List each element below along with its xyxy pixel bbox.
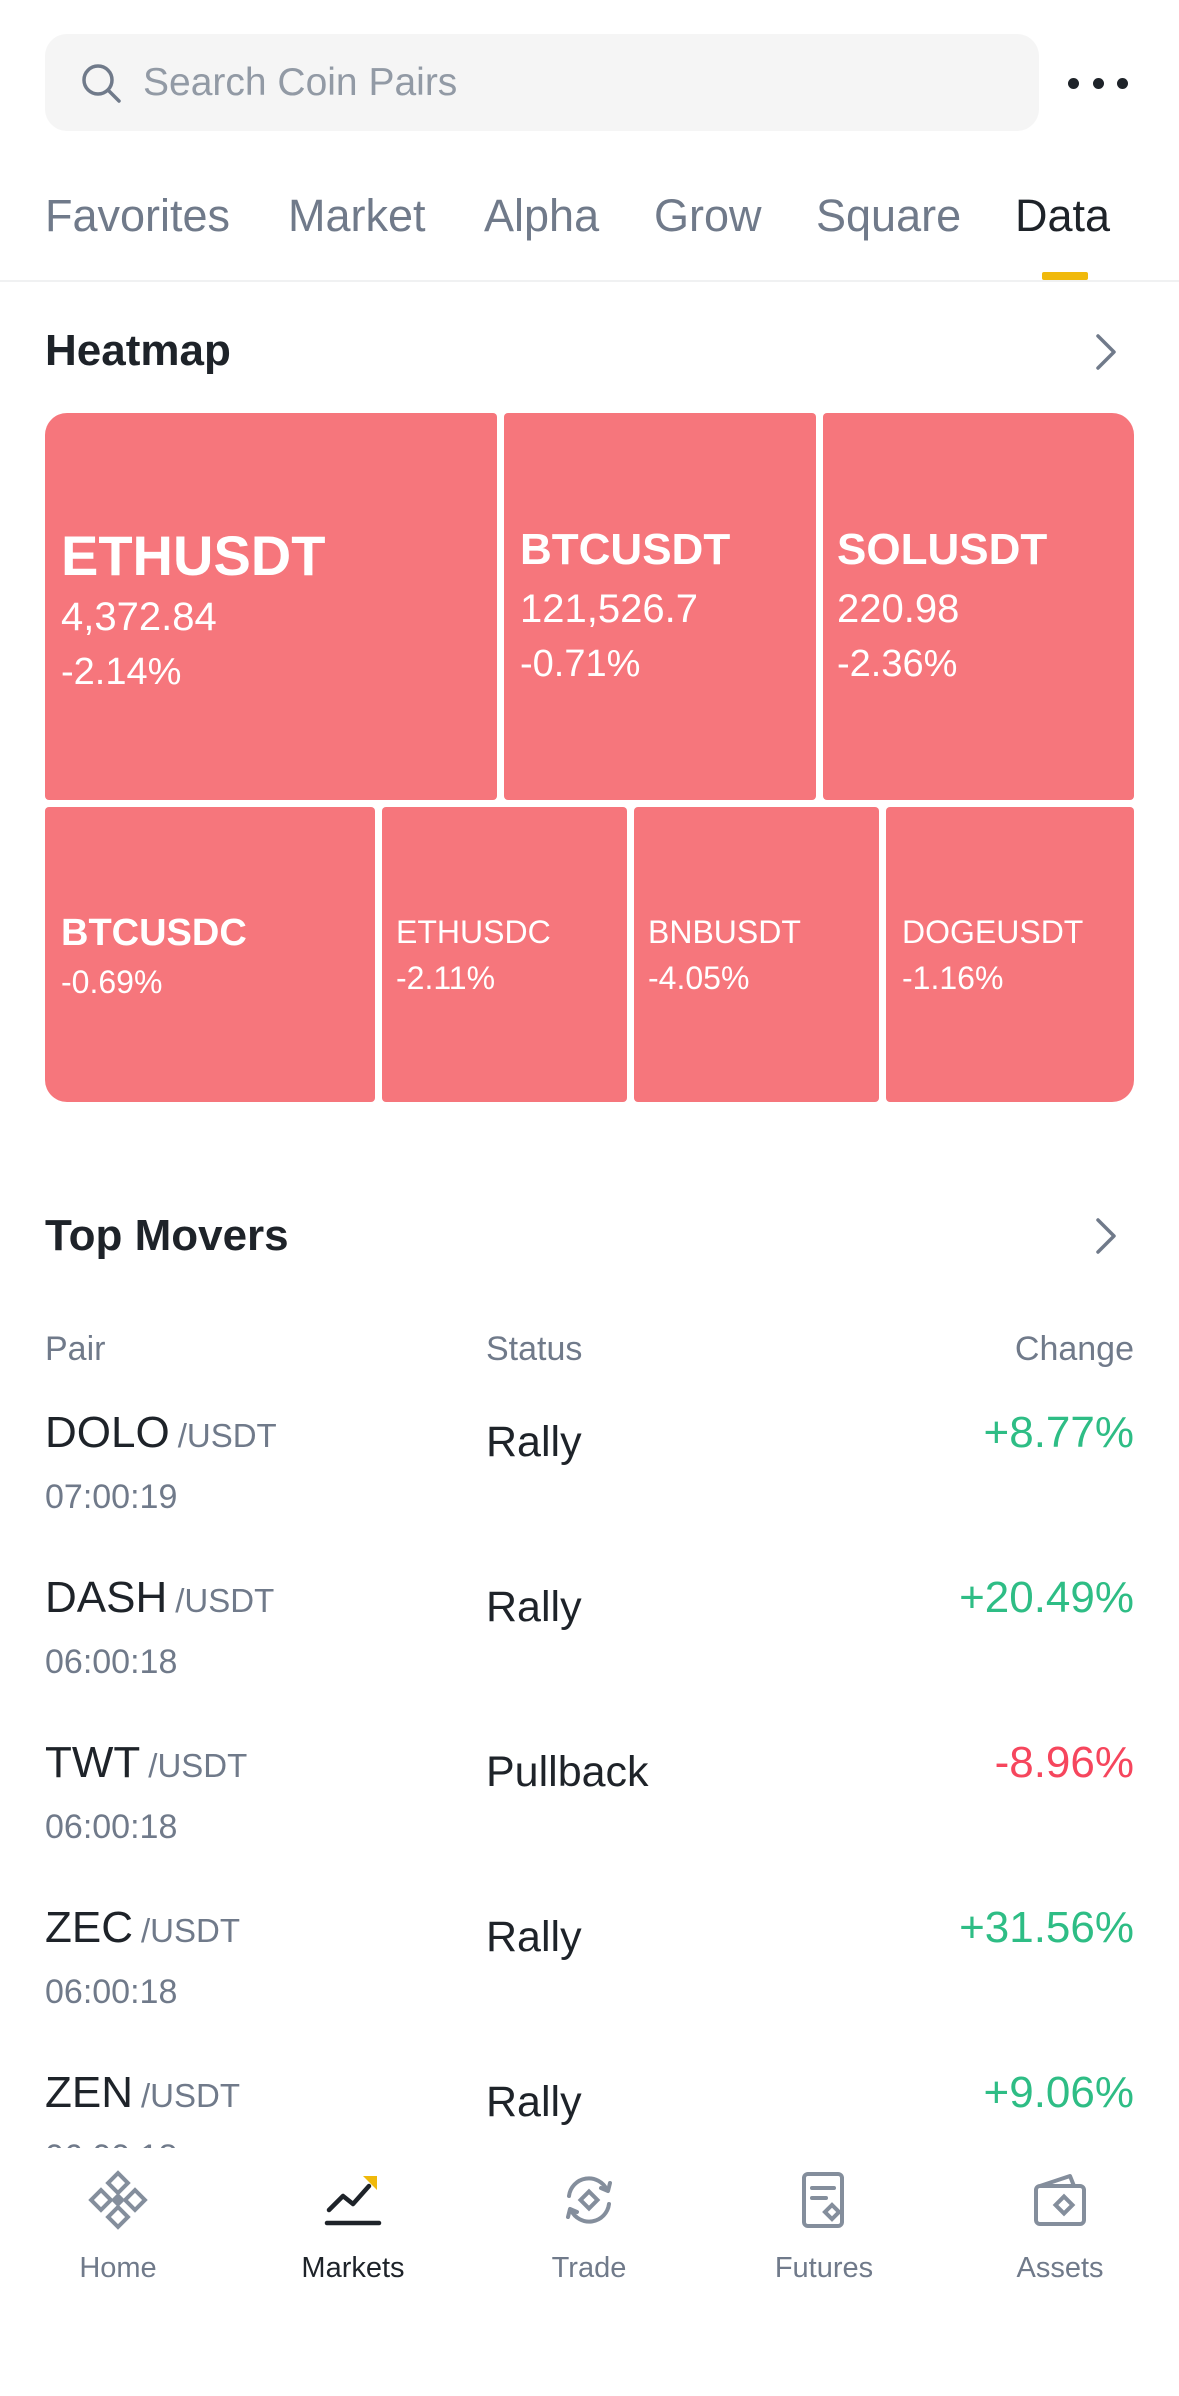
nav-label-trade: Trade [551, 2252, 627, 2284]
nav-assets[interactable]: Assets [960, 2170, 1160, 2300]
mover-quote: /USDT [175, 1582, 275, 1619]
heatmap-tile-solusdt[interactable]: SOLUSDT 220.98 -2.36% [823, 413, 1134, 800]
bottom-nav: Home Markets Trade Futures Assets [0, 2148, 1179, 2396]
mover-row-zen[interactable]: ZEN/USDT 06:00:18 Rally +9.06% [0, 2068, 1179, 2148]
mover-base: DOLO [45, 1408, 170, 1457]
nav-label-futures: Futures [774, 2252, 874, 2284]
mover-row-dolo[interactable]: DOLO/USDT 07:00:19 Rally +8.77% [0, 1408, 1179, 1573]
markets-icon [324, 2176, 382, 2226]
tile-symbol: DOGEUSDT [902, 914, 1084, 950]
mover-change: +8.77% [983, 1408, 1134, 1457]
heatmap-tile-ethusdt[interactable]: ETHUSDT 4,372.84 -2.14% [45, 413, 497, 800]
mover-base: TWT [45, 1738, 141, 1787]
mover-base: DASH [45, 1573, 168, 1622]
nav-trade[interactable]: Trade [489, 2170, 689, 2300]
mover-row-twt[interactable]: TWT/USDT 06:00:18 Pullback -8.96% [0, 1738, 1179, 1903]
tile-symbol: BNBUSDT [648, 914, 801, 950]
mover-pair: ZEN/USDT [45, 2068, 240, 2118]
tile-symbol: ETHUSDC [396, 914, 551, 950]
tab-alpha[interactable]: Alpha [484, 190, 599, 242]
tile-price: 220.98 [837, 587, 960, 631]
tile-change: -1.16% [902, 960, 1004, 996]
mover-status: Rally [486, 1583, 582, 1631]
search-bar[interactable] [45, 34, 1039, 131]
mover-status: Pullback [486, 1748, 649, 1796]
tile-symbol: ETHUSDT [61, 524, 326, 587]
heatmap-tile-dogeusdt[interactable]: DOGEUSDT -1.16% [886, 807, 1134, 1102]
heatmap-tile-ethusdc[interactable]: ETHUSDC -2.11% [382, 807, 627, 1102]
trade-icon [566, 2176, 612, 2224]
heatmap-tile-btcusdc[interactable]: BTCUSDC -0.69% [45, 807, 375, 1102]
nav-label-markets: Markets [301, 2252, 405, 2284]
tile-symbol: BTCUSDT [520, 525, 731, 574]
search-input[interactable] [143, 34, 1023, 131]
mover-quote: /USDT [141, 1912, 240, 1949]
mover-change: -8.96% [994, 1738, 1134, 1787]
futures-icon [802, 2172, 844, 2228]
mover-quote: /USDT [148, 1747, 248, 1784]
nav-label-home: Home [79, 2252, 157, 2284]
tile-change: -2.14% [61, 651, 182, 693]
mover-pair: ZEC/USDT [45, 1903, 240, 1953]
mover-quote: /USDT [177, 1417, 277, 1454]
tab-grow[interactable]: Grow [654, 190, 762, 242]
heatmap-tile-btcusdt[interactable]: BTCUSDT 121,526.7 -0.71% [504, 413, 816, 800]
mover-row-zec[interactable]: ZEC/USDT 06:00:18 Rally +31.56% [0, 1903, 1179, 2068]
mover-time: 07:00:19 [45, 1478, 178, 1516]
tile-symbol: SOLUSDT [837, 525, 1048, 574]
mover-time: 06:00:18 [45, 2138, 177, 2148]
mover-change: +20.49% [959, 1573, 1134, 1622]
top-tabs: Favorites Market Alpha Grow Square Data [0, 190, 1179, 280]
mover-pair: DOLO/USDT [45, 1408, 277, 1458]
heatmap-tile-bnbusdt[interactable]: BNBUSDT -4.05% [634, 807, 879, 1102]
mover-time: 06:00:18 [45, 1973, 178, 2011]
nav-home[interactable]: Home [18, 2170, 218, 2300]
top-movers-title: Top Movers [45, 1211, 289, 1260]
mover-pair: DASH/USDT [45, 1573, 274, 1623]
tab-market[interactable]: Market [288, 190, 426, 242]
mover-quote: /USDT [141, 2077, 240, 2114]
mover-status: Rally [486, 1418, 582, 1466]
mover-change: +9.06% [983, 2068, 1134, 2117]
tile-change: -0.69% [61, 964, 163, 1000]
tile-change: -4.05% [648, 960, 750, 996]
mover-base: ZEN [45, 2068, 133, 2117]
mover-pair: TWT/USDT [45, 1738, 247, 1788]
top-movers-list: DOLO/USDT 07:00:19 Rally +8.77% DASH/USD… [0, 1390, 1179, 2148]
mover-time: 06:00:18 [45, 1643, 178, 1681]
nav-markets[interactable]: Markets [253, 2170, 453, 2300]
tile-price: 4,372.84 [61, 595, 217, 639]
nav-futures[interactable]: Futures [724, 2170, 924, 2300]
mover-status: Rally [486, 2078, 582, 2126]
heatmap-chevron-right-icon[interactable] [1088, 330, 1124, 374]
tile-change: -2.36% [837, 643, 958, 685]
column-header-pair: Pair [45, 1330, 106, 1368]
mover-base: ZEC [45, 1903, 133, 1952]
mover-row-dash[interactable]: DASH/USDT 06:00:18 Rally +20.49% [0, 1573, 1179, 1738]
heatmap-title: Heatmap [45, 326, 231, 375]
assets-icon [1034, 2174, 1086, 2226]
search-icon [82, 64, 121, 103]
tile-symbol: BTCUSDC [61, 912, 247, 954]
mover-change: +31.56% [959, 1903, 1134, 1952]
tabs-divider [0, 280, 1179, 282]
column-header-status: Status [486, 1330, 583, 1368]
active-tab-indicator [1042, 272, 1088, 280]
tile-change: -2.11% [396, 960, 496, 996]
mover-status: Rally [486, 1913, 582, 1961]
top-movers-chevron-right-icon[interactable] [1088, 1214, 1124, 1258]
nav-label-assets: Assets [1016, 2252, 1104, 2284]
tab-data[interactable]: Data [1015, 190, 1110, 242]
home-icon [88, 2170, 148, 2230]
tab-favorites[interactable]: Favorites [45, 190, 230, 242]
mover-time: 06:00:18 [45, 1808, 178, 1846]
tile-change: -0.71% [520, 643, 641, 685]
column-header-change: Change [1014, 1330, 1134, 1368]
tile-price: 121,526.7 [520, 587, 698, 631]
more-options-icon[interactable] [1068, 58, 1128, 108]
tab-square[interactable]: Square [816, 190, 961, 242]
